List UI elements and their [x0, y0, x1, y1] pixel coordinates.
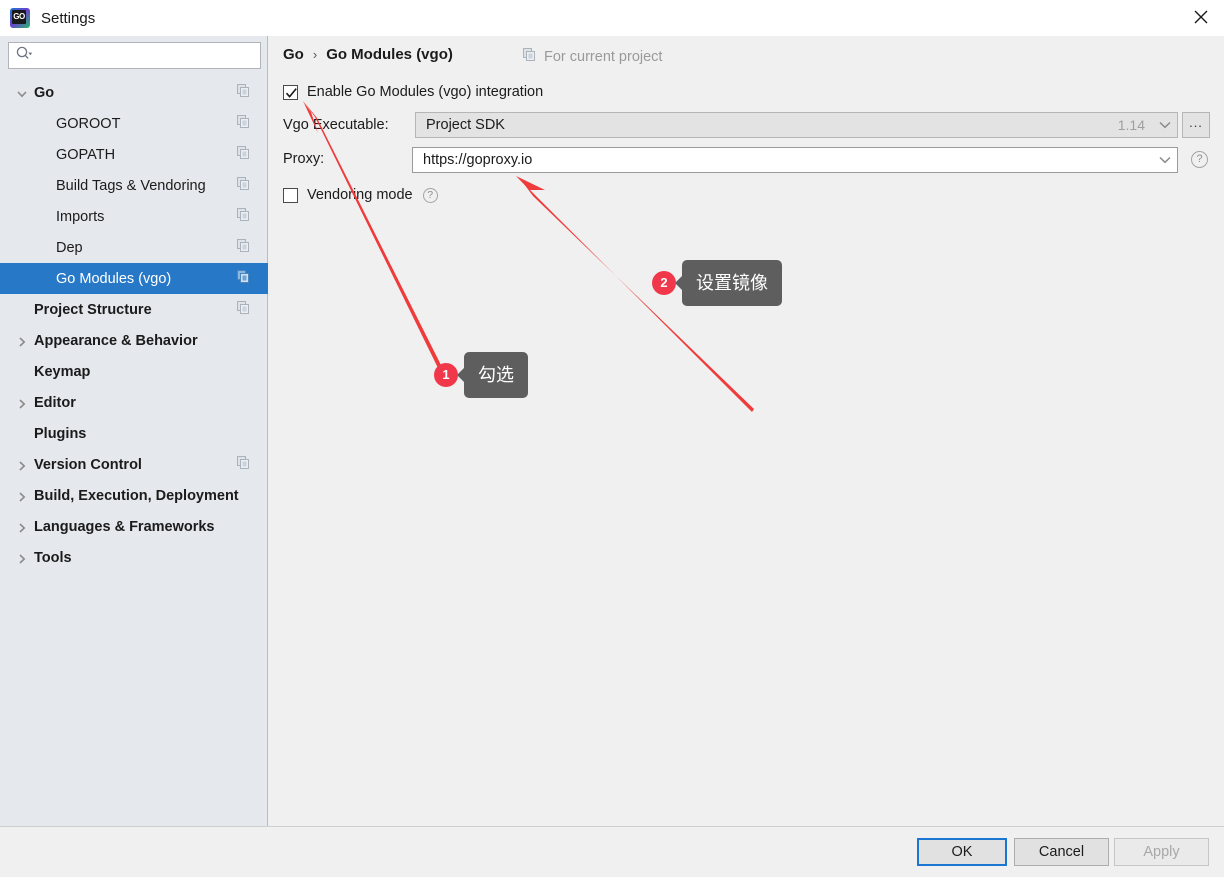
chevron-right-icon[interactable] [16, 335, 28, 347]
sidebar-item-languages-frameworks[interactable]: Languages & Frameworks [0, 511, 268, 542]
checkbox-box-checked [283, 84, 298, 100]
chevron-down-icon[interactable] [1153, 113, 1177, 137]
sidebar-item-label: Project Structure [34, 301, 152, 318]
chevron-right-icon[interactable] [16, 521, 28, 533]
sidebar-item-tools[interactable]: Tools [0, 542, 268, 573]
sidebar-item-editor[interactable]: Editor [0, 387, 268, 418]
sidebar-item-goroot[interactable]: GOROOT [0, 108, 268, 139]
chevron-right-icon[interactable] [16, 459, 28, 471]
sidebar-item-build-tags-vendoring[interactable]: Build Tags & Vendoring [0, 170, 268, 201]
sidebar-item-label: Languages & Frameworks [34, 518, 215, 535]
enable-go-modules-checkbox[interactable]: Enable Go Modules (vgo) integration [283, 84, 543, 100]
copy-scope-icon [237, 114, 250, 133]
sidebar-item-go-modules-vgo[interactable]: Go Modules (vgo) [0, 263, 268, 294]
copy-scope-icon [237, 176, 250, 195]
chevron-right-icon[interactable] [16, 552, 28, 564]
sidebar-item-keymap[interactable]: Keymap [0, 356, 268, 387]
sidebar-item-label: Keymap [34, 363, 91, 380]
sidebar-item-label: Go [34, 84, 55, 101]
scope-note-label: For current project [544, 48, 663, 65]
breadcrumb-separator: › [312, 47, 318, 62]
window-title: Settings [41, 9, 96, 27]
sidebar-item-label: Version Control [34, 456, 142, 473]
checkbox-box-unchecked [283, 187, 298, 203]
settings-dialog: GO Settings Go GOROOT GOPATH Build Tags & V… [0, 0, 1224, 877]
settings-tree: Go GOROOT GOPATH Build Tags & Vendoring Impo… [0, 77, 268, 573]
enable-go-modules-label: Enable Go Modules (vgo) integration [307, 84, 544, 100]
goland-logo-icon: GO [10, 8, 30, 28]
sidebar-item-label: Build, Execution, Deployment [34, 487, 239, 504]
vgo-executable-version: 1.14 [1117, 117, 1145, 133]
sidebar-item-label: Plugins [34, 425, 87, 442]
goland-logo-text: GO [12, 10, 26, 24]
sidebar-item-label: GOPATH [56, 146, 116, 163]
vendoring-mode-checkbox[interactable]: Vendoring mode ? [283, 187, 438, 203]
proxy-combo[interactable]: https://goproxy.io [412, 147, 1178, 173]
sidebar-item-label: Appearance & Behavior [34, 332, 198, 349]
copy-scope-icon [523, 48, 536, 65]
vendoring-help-icon[interactable]: ? [422, 187, 438, 203]
main-panel: Go › Go Modules (vgo) For current projec… [269, 36, 1224, 826]
vgo-executable-value: Project SDK [426, 117, 505, 133]
sidebar-item-label: Editor [34, 394, 76, 411]
checkmark-icon [285, 87, 297, 98]
search-input[interactable] [33, 44, 260, 67]
search-field[interactable] [8, 42, 261, 69]
copy-scope-icon [237, 300, 250, 319]
sidebar-item-label: Go Modules (vgo) [56, 270, 172, 287]
copy-scope-icon [237, 455, 250, 474]
copy-scope-icon [237, 207, 250, 226]
sidebar-item-label: Dep [56, 239, 83, 256]
sidebar-item-gopath[interactable]: GOPATH [0, 139, 268, 170]
title-bar: GO Settings [0, 0, 1224, 36]
copy-scope-icon [237, 269, 250, 288]
sidebar-item-project-structure[interactable]: Project Structure [0, 294, 268, 325]
scope-note: For current project [523, 48, 662, 65]
sidebar-item-label: Build Tags & Vendoring [56, 177, 206, 194]
sidebar-item-appearance-behavior[interactable]: Appearance & Behavior [0, 325, 268, 356]
chevron-right-icon[interactable] [16, 397, 28, 409]
sidebar-item-go[interactable]: Go [0, 77, 268, 108]
sidebar-item-version-control[interactable]: Version Control [0, 449, 268, 480]
chevron-right-icon[interactable] [16, 490, 28, 502]
sidebar-item-imports[interactable]: Imports [0, 201, 268, 232]
copy-scope-icon [237, 83, 250, 102]
sidebar-item-plugins[interactable]: Plugins [0, 418, 268, 449]
breadcrumb: Go › Go Modules (vgo) [283, 46, 453, 63]
ok-button[interactable]: OK [917, 838, 1007, 866]
close-icon[interactable] [1178, 0, 1224, 34]
sidebar-item-build-execution-deployment[interactable]: Build, Execution, Deployment [0, 480, 268, 511]
proxy-label: Proxy: [283, 151, 325, 167]
breadcrumb-current: Go Modules (vgo) [326, 46, 453, 63]
sidebar-item-label: GOROOT [56, 115, 121, 132]
copy-scope-icon [237, 145, 250, 164]
vgo-executable-combo[interactable]: Project SDK 1.14 [415, 112, 1178, 138]
sidebar-item-label: Tools [34, 549, 72, 566]
sidebar: Go GOROOT GOPATH Build Tags & Vendoring Impo… [0, 36, 268, 826]
breadcrumb-root[interactable]: Go [283, 46, 304, 63]
copy-scope-icon [237, 238, 250, 257]
chevron-down-icon[interactable] [16, 87, 28, 99]
proxy-value[interactable]: https://goproxy.io [423, 152, 1153, 168]
vendoring-mode-label: Vendoring mode [307, 187, 413, 203]
search-icon [16, 46, 33, 65]
browse-button[interactable]: ... [1182, 112, 1210, 138]
apply-button: Apply [1114, 838, 1209, 866]
cancel-button[interactable]: Cancel [1014, 838, 1109, 866]
sidebar-item-dep[interactable]: Dep [0, 232, 268, 263]
chevron-down-icon[interactable] [1153, 148, 1177, 172]
proxy-help-icon[interactable]: ? [1191, 151, 1208, 168]
sidebar-item-label: Imports [56, 208, 105, 225]
dialog-footer: OK Cancel Apply [0, 826, 1224, 877]
vgo-executable-label: Vgo Executable: [283, 117, 389, 133]
